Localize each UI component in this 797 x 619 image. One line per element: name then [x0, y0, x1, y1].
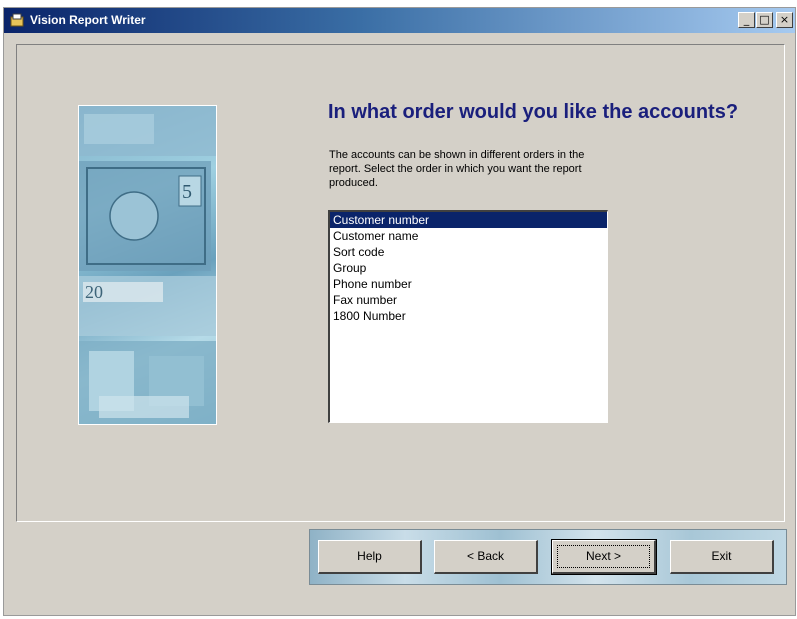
banknotes-illustration: 5 20 [79, 106, 216, 424]
maximize-button[interactable]: □ [756, 12, 773, 28]
account-order-listbox[interactable]: Customer number Customer name Sort code Gro… [328, 210, 608, 423]
next-button[interactable]: Next > [551, 539, 657, 575]
banknotes-image: 5 20 [78, 105, 217, 425]
app-icon [10, 13, 24, 27]
title-bar[interactable]: Vision Report Writer _ □ × [4, 8, 795, 33]
button-bar: Help < Back Next > Exit [309, 529, 787, 585]
page-heading: In what order would you like the account… [328, 101, 739, 123]
back-button[interactable]: < Back [434, 540, 538, 574]
window-controls: _ □ × [737, 12, 793, 29]
svg-text:5: 5 [182, 181, 192, 203]
list-item[interactable]: Customer number [330, 212, 607, 228]
list-item[interactable]: Customer name [330, 228, 607, 244]
close-button[interactable]: × [776, 12, 793, 28]
app-window: Vision Report Writer _ □ × 5 20 In what … [3, 7, 796, 616]
list-item[interactable]: Phone number [330, 276, 607, 292]
list-item[interactable]: 1800 Number [330, 308, 607, 324]
window-title: Vision Report Writer [30, 13, 146, 27]
list-item[interactable]: Sort code [330, 244, 607, 260]
minimize-button[interactable]: _ [738, 12, 755, 28]
list-item[interactable]: Group [330, 260, 607, 276]
svg-text:20: 20 [85, 282, 103, 302]
exit-button[interactable]: Exit [670, 540, 774, 574]
help-button[interactable]: Help [318, 540, 422, 574]
wizard-content-panel: 5 20 In what order would you like the ac… [16, 44, 785, 522]
next-button-label: Next > [585, 549, 621, 563]
list-item[interactable]: Fax number [330, 292, 607, 308]
page-description: The accounts can be shown in different o… [329, 149, 585, 189]
